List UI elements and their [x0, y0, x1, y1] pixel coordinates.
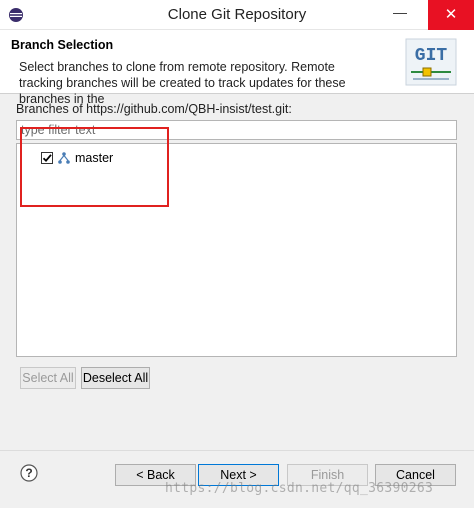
- watermark: https://blog.csdn.net/qq_36390263: [165, 481, 434, 496]
- minimize-button[interactable]: —: [380, 0, 420, 27]
- annotation-highlight-box: [20, 127, 169, 207]
- title-bar: Clone Git Repository — ✕: [0, 0, 474, 30]
- page-description: Select branches to clone from remote rep…: [19, 60, 346, 106]
- close-button[interactable]: ✕: [428, 0, 474, 30]
- help-icon[interactable]: ?: [20, 464, 38, 482]
- deselect-all-button[interactable]: Deselect All: [81, 367, 150, 389]
- select-all-button[interactable]: Select All: [20, 367, 76, 389]
- svg-text:?: ?: [25, 466, 32, 480]
- footer-separator: [0, 450, 474, 451]
- page-title: Branch Selection: [11, 38, 114, 52]
- git-logo-text: GIT: [415, 46, 448, 66]
- git-logo-icon: GIT: [405, 38, 457, 86]
- branches-label: Branches of https://github.com/QBH-insis…: [16, 102, 292, 116]
- wizard-header: Branch Selection Select branches to clon…: [0, 30, 474, 106]
